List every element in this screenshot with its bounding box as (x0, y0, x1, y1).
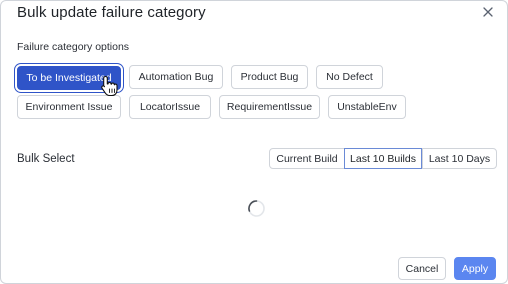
chip-label: To be Investigated (26, 72, 112, 84)
chip-automation-bug[interactable]: Automation Bug (129, 65, 223, 89)
chip-label: Environment Issue (25, 101, 113, 113)
chip-product-bug[interactable]: Product Bug (231, 65, 308, 89)
chip-to-be-investigated[interactable]: To be Investigated (17, 66, 121, 90)
cancel-button-label: Cancel (405, 262, 439, 275)
segment-current-build[interactable]: Current Build (269, 148, 345, 169)
apply-button[interactable]: Apply (454, 257, 496, 280)
chip-no-defect[interactable]: No Defect (316, 65, 383, 89)
cancel-button[interactable]: Cancel (398, 257, 446, 280)
segment-label: Last 10 Days (428, 152, 491, 165)
failure-category-label: Failure category options (17, 41, 130, 53)
chip-unstable-env[interactable]: UnstableEnv (328, 95, 406, 119)
close-icon[interactable] (481, 5, 495, 19)
spinner-icon (247, 199, 266, 218)
chip-environment-issue[interactable]: Environment Issue (17, 95, 121, 119)
segment-label: Last 10 Builds (350, 152, 416, 165)
chip-label: RequirementIssue (226, 101, 313, 113)
segment-last-10-days[interactable]: Last 10 Days (422, 148, 497, 169)
chip-label: LocatorIssue (139, 101, 201, 113)
chip-label: No Defect (326, 71, 373, 83)
bulk-select-label: Bulk Select (17, 153, 75, 165)
chip-label: Product Bug (240, 71, 299, 83)
segment-label: Current Build (276, 152, 338, 165)
chip-label: UnstableEnv (337, 101, 397, 113)
chip-label: Automation Bug (138, 71, 214, 83)
chip-locator-issue[interactable]: LocatorIssue (129, 95, 211, 119)
bulk-update-dialog: Bulk update failure category Failure cat… (0, 0, 508, 284)
dialog-title: Bulk update failure category (17, 4, 206, 21)
segment-last-10-builds[interactable]: Last 10 Builds (344, 148, 422, 169)
apply-button-label: Apply (461, 262, 489, 275)
chip-requirement-issue[interactable]: RequirementIssue (219, 95, 320, 119)
